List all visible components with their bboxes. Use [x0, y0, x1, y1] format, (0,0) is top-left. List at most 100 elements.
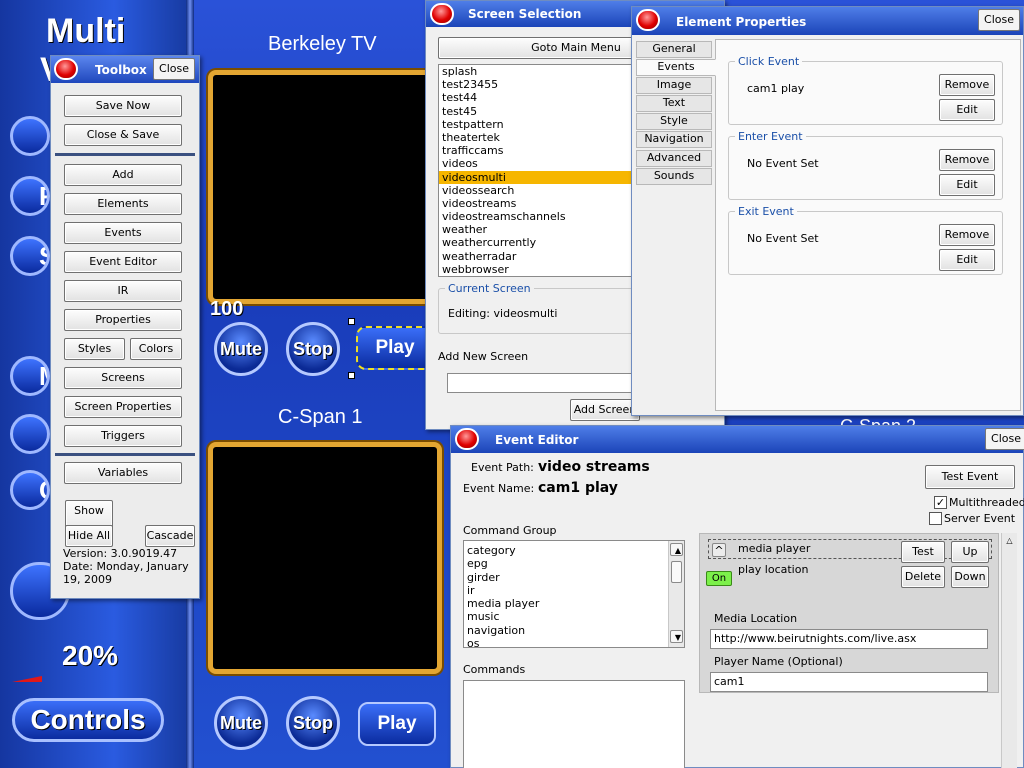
command-group-item[interactable]: girder [464, 571, 684, 584]
enter-event-edit-button[interactable]: Edit [939, 174, 995, 196]
event-path-label: Event Path: [471, 461, 534, 474]
event-editor-titlebar[interactable]: Event Editor Close [451, 426, 1024, 453]
editing-screen-text: Editing: videosmulti [448, 307, 558, 320]
hide-all-button[interactable]: Hide All [65, 525, 113, 547]
event-editor-button[interactable]: Event Editor [64, 251, 182, 273]
element-properties-titlebar[interactable]: Element Properties Close [632, 7, 1023, 35]
command-group-item[interactable]: ir [464, 584, 684, 597]
command-delete-button[interactable]: Delete [901, 566, 945, 588]
screens-button[interactable]: Screens [64, 367, 182, 389]
command-group-item[interactable]: epg [464, 557, 684, 570]
command-group-scrollbar[interactable]: ▲ ▼ [668, 541, 684, 647]
controls-button[interactable]: Controls [12, 698, 164, 742]
click-event-remove-button[interactable]: Remove [939, 74, 995, 96]
tab-text[interactable]: Text [636, 95, 712, 112]
multithreaded-checkbox[interactable]: ✓ [934, 496, 947, 509]
events-button[interactable]: Events [64, 222, 182, 244]
command-down-button[interactable]: Down [951, 566, 989, 588]
colors-button[interactable]: Colors [130, 338, 182, 360]
mute-button-1[interactable]: Mute [214, 322, 268, 376]
tab-navigation[interactable]: Navigation [636, 131, 712, 148]
commands-label: Commands [463, 663, 526, 676]
stop-button-1[interactable]: Stop [286, 322, 340, 376]
command-group-item[interactable]: os [464, 637, 684, 647]
video-screen-1[interactable] [208, 70, 444, 304]
command-group-item[interactable]: music [464, 610, 684, 623]
variables-button[interactable]: Variables [64, 462, 182, 484]
stop-button-2[interactable]: Stop [286, 696, 340, 750]
tab-style[interactable]: Style [636, 113, 712, 130]
server-event-checkbox[interactable] [929, 512, 942, 525]
exit-event-group: Exit Event No Event Set Remove Edit [728, 205, 1003, 275]
add-button[interactable]: Add [64, 164, 182, 186]
check-icon: ✓ [935, 496, 946, 509]
command-up-button[interactable]: Up [951, 541, 989, 563]
command-group-list[interactable]: category epg girder ir media player music navi… [463, 540, 685, 648]
left-menu-button-6[interactable]: C [10, 470, 50, 510]
command-test-button[interactable]: Test [901, 541, 945, 563]
scroll-up-icon[interactable]: △ [1003, 535, 1016, 549]
media-location-label: Media Location [714, 612, 798, 625]
selection-handle[interactable] [348, 372, 355, 379]
command-group-item[interactable]: category [464, 544, 684, 557]
screen-selection-title: Screen Selection [468, 7, 582, 21]
channel-2-title: C-Span 1 [278, 406, 363, 428]
add-screen-button[interactable]: Add Screen [570, 399, 640, 421]
command-group-item[interactable]: media player [464, 597, 684, 610]
enter-event-remove-button[interactable]: Remove [939, 149, 995, 171]
mute-button-2[interactable]: Mute [214, 696, 268, 750]
current-screen-label: Current Screen [445, 282, 534, 295]
left-menu-button-1[interactable] [10, 116, 50, 156]
left-menu-button-2[interactable]: R [10, 176, 50, 216]
scroll-down-icon[interactable]: ▼ [670, 630, 683, 644]
date-text: Date: Monday, January 19, 2009 [63, 560, 189, 586]
tab-advanced[interactable]: Advanced [636, 150, 712, 167]
close-save-button[interactable]: Close & Save [64, 124, 182, 146]
cascade-button[interactable]: Cascade [145, 525, 195, 547]
toolbox-titlebar[interactable]: Toolbox Close [51, 56, 199, 83]
exit-event-value: No Event Set [747, 232, 819, 245]
event-name-label: Event Name: [463, 482, 535, 495]
play-button-1[interactable]: Play [356, 326, 434, 370]
version-text: Version: 3.0.9019.47 [63, 547, 178, 560]
elements-button[interactable]: Elements [64, 193, 182, 215]
scroll-up-icon[interactable]: ▲ [670, 543, 683, 557]
command-group-item[interactable]: navigation [464, 624, 684, 637]
tab-events[interactable]: Events [636, 59, 716, 76]
left-menu-button-3[interactable]: S [10, 236, 50, 276]
event-editor-close-button[interactable]: Close [985, 428, 1024, 450]
element-properties-close-button[interactable]: Close [978, 9, 1020, 31]
scroll-thumb[interactable] [671, 561, 682, 583]
tab-image[interactable]: Image [636, 77, 712, 94]
collapse-icon[interactable]: ^ [712, 543, 726, 557]
exit-event-remove-button[interactable]: Remove [939, 224, 995, 246]
properties-button[interactable]: Properties [64, 309, 182, 331]
click-event-group: Click Event cam1 play Remove Edit [728, 55, 1003, 125]
tab-sounds[interactable]: Sounds [636, 168, 712, 185]
save-now-button[interactable]: Save Now [64, 95, 182, 117]
screen-properties-button[interactable]: Screen Properties [64, 396, 182, 418]
play-button-2[interactable]: Play [358, 702, 436, 746]
ir-button[interactable]: IR [64, 280, 182, 302]
styles-button[interactable]: Styles [64, 338, 125, 360]
toolbox-window: Toolbox Close Save Now Close & Save Add … [50, 55, 200, 599]
command-item-panel: ^ media player play location On Test Up … [699, 533, 999, 693]
video-screen-2[interactable] [208, 442, 442, 674]
command-panel-scrollbar[interactable]: △ [1001, 533, 1017, 768]
tab-general[interactable]: General [636, 41, 712, 58]
command-on-toggle[interactable]: On [706, 571, 732, 586]
triggers-button[interactable]: Triggers [64, 425, 182, 447]
test-event-button[interactable]: Test Event [925, 465, 1015, 489]
exit-event-edit-button[interactable]: Edit [939, 249, 995, 271]
app-orb-icon [455, 428, 479, 450]
left-menu-button-4[interactable]: M [10, 356, 50, 396]
player-name-input[interactable]: cam1 [710, 672, 988, 692]
command-name: media player [738, 542, 811, 555]
selection-handle[interactable] [348, 318, 355, 325]
left-menu-button-5[interactable] [10, 414, 50, 454]
commands-list[interactable] [463, 680, 685, 768]
click-event-edit-button[interactable]: Edit [939, 99, 995, 121]
media-location-input[interactable]: http://www.beirutnights.com/live.asx [710, 629, 988, 649]
toolbox-close-button[interactable]: Close [153, 58, 195, 80]
command-action: play location [738, 563, 809, 576]
